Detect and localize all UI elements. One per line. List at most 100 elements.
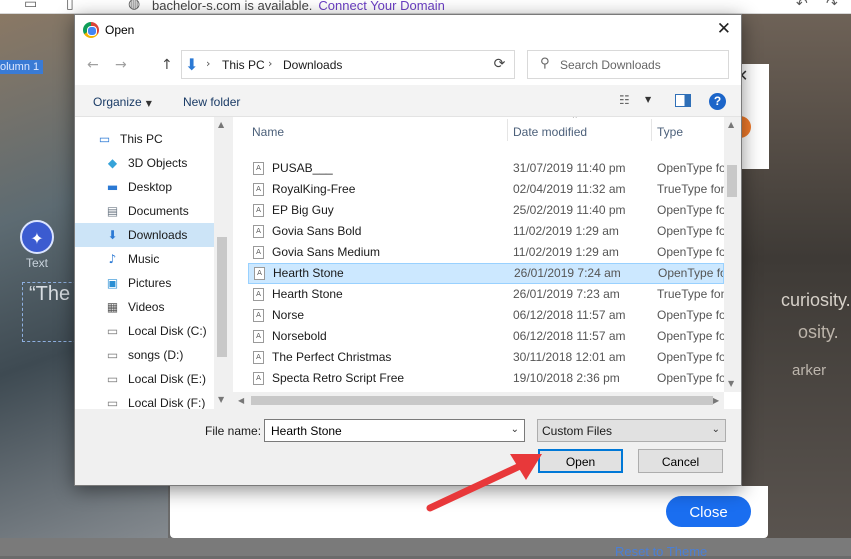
file-row[interactable]: A Hearth Stone 26/01/2019 7:24 am OpenType … — [248, 263, 724, 284]
close-button[interactable]: Close — [666, 496, 751, 527]
file-date-modified: 31/07/2019 11:40 pm — [513, 161, 626, 175]
font-file-icon: A — [254, 267, 265, 280]
chevron-right-icon[interactable]: › — [268, 57, 272, 70]
scroll-down-icon[interactable]: ▼ — [218, 395, 224, 404]
tree-item-downloads[interactable]: ⬇ Downloads — [75, 223, 214, 247]
address-bar[interactable]: ⬇ › This PC › Downloads ⌄ — [181, 50, 511, 79]
file-name-combobox[interactable]: ⌄ — [264, 419, 525, 442]
dialog-titlebar[interactable]: Open ✕ — [75, 15, 741, 45]
undo-icon[interactable]: ↶ — [796, 0, 808, 12]
redo-icon[interactable]: ↷ — [826, 0, 838, 12]
tree-item-desktop[interactable]: ▬ Desktop — [75, 175, 214, 199]
tree-item-songs-d[interactable]: ▭ songs (D:) — [75, 343, 214, 367]
tree-item-label: This PC — [120, 132, 163, 146]
file-name-input[interactable] — [269, 423, 499, 439]
file-type-select[interactable]: Custom Files ⌄ — [537, 419, 726, 442]
tree-item-local-disk-f[interactable]: ▭ Local Disk (F:) — [75, 391, 214, 409]
font-file-icon: A — [253, 288, 264, 301]
scroll-left-icon[interactable]: ◀ — [238, 396, 244, 405]
editor-topbar: ▭ ▯ ◍ bachelor-s.com is available. Connec… — [0, 0, 851, 14]
cancel-button[interactable]: Cancel — [638, 449, 723, 473]
file-row[interactable]: A RoyalKing-Free 02/04/2019 11:32 am TrueTy… — [248, 179, 724, 200]
file-row[interactable]: A PUSAB___ 31/07/2019 11:40 pm OpenType fo — [248, 158, 724, 179]
chrome-icon — [83, 22, 99, 38]
tree-scrollbar[interactable]: ▲ ▼ — [214, 117, 231, 409]
search-input[interactable] — [558, 53, 722, 76]
column-divider[interactable] — [507, 119, 508, 141]
tree-item-music[interactable]: ♪ Music — [75, 247, 214, 271]
chevron-right-icon[interactable]: › — [206, 57, 210, 70]
file-type: OpenType fo — [657, 329, 724, 343]
ai-assistant-icon[interactable]: ✦ — [20, 220, 54, 254]
file-list-horizontal-scrollbar[interactable]: ◀ ▶ — [233, 392, 724, 409]
desktop-icon[interactable]: ▭ — [24, 0, 37, 12]
file-row[interactable]: A Hearth Stone 26/01/2019 7:23 am TrueType … — [248, 284, 724, 305]
file-date-modified: 26/01/2019 7:23 am — [513, 287, 620, 301]
chevron-down-icon[interactable]: ⌄ — [712, 424, 720, 435]
tree-item-label: songs (D:) — [128, 348, 184, 362]
scroll-up-icon[interactable]: ▲ — [218, 120, 224, 129]
connect-domain-link[interactable]: Connect Your Domain — [318, 0, 444, 13]
refresh-icon[interactable]: ⟳ — [485, 50, 515, 79]
computer-icon: ▭ — [98, 132, 111, 146]
tree-scroll-thumb[interactable] — [217, 237, 227, 357]
document-icon: ▤ — [106, 204, 119, 218]
tree-item-label: Pictures — [128, 276, 172, 290]
preview-pane-icon[interactable] — [675, 94, 691, 107]
file-row[interactable]: A Norse 06/12/2018 11:57 am OpenType fo — [248, 305, 724, 326]
navigation-tree: ▭ This PC ◆ 3D Objects ▬ Desktop ▤ Documents ⬇ Do… — [75, 117, 231, 409]
file-row[interactable]: A The Perfect Christmas 30/11/2018 12:01 a… — [248, 347, 724, 368]
organize-menu[interactable]: Organize ▼ — [93, 95, 152, 109]
forward-arrow-icon[interactable]: → — [115, 57, 127, 73]
scroll-up-icon[interactable]: ▲ — [728, 120, 734, 129]
tree-item-videos[interactable]: ▦ Videos — [75, 295, 214, 319]
tree-item-this-pc[interactable]: ▭ This PC — [75, 127, 214, 151]
scroll-right-icon[interactable]: ▶ — [713, 396, 719, 405]
file-type: OpenType fo — [657, 245, 724, 259]
file-row[interactable]: A EP Big Guy 25/02/2019 11:40 pm OpenType f… — [248, 200, 724, 221]
caret-down-icon[interactable]: ▼ — [645, 95, 651, 104]
tree-item-documents[interactable]: ▤ Documents — [75, 199, 214, 223]
column-header-date[interactable]: Date modified — [513, 125, 587, 139]
tree-item-pictures[interactable]: ▣ Pictures — [75, 271, 214, 295]
column-divider[interactable] — [651, 119, 652, 141]
back-arrow-icon[interactable]: ← — [87, 57, 99, 73]
quote-text[interactable]: “The — [22, 282, 82, 342]
file-row[interactable]: A Govia Sans Bold 11/02/2019 1:29 am OpenTy… — [248, 221, 724, 242]
breadcrumb-this-pc[interactable]: This PC — [222, 58, 265, 72]
mobile-icon[interactable]: ▯ — [66, 0, 74, 12]
file-list-vertical-scrollbar[interactable]: ▲ ▼ — [724, 117, 741, 392]
sort-indicator-icon: ⌃ — [571, 117, 579, 125]
file-row[interactable]: A Norsebold 06/12/2018 11:57 am OpenType fo — [248, 326, 724, 347]
tree-item-label: Music — [128, 252, 160, 266]
file-row[interactable]: A Specta Retro Script Free 19/10/2018 2:36… — [248, 368, 724, 389]
close-icon[interactable]: ✕ — [717, 19, 731, 39]
column-header-name[interactable]: Name — [252, 125, 284, 139]
dialog-toolbar: Organize ▼ New folder ☷ ▼ ? — [75, 85, 741, 117]
search-box[interactable]: ⚲ — [527, 50, 729, 79]
tree-item-local-disk-c[interactable]: ▭ Local Disk (C:) — [75, 319, 214, 343]
column-label: olumn 1 — [0, 60, 44, 74]
help-icon[interactable]: ? — [709, 93, 726, 110]
picture-icon: ▣ — [106, 276, 119, 290]
new-folder-button[interactable]: New folder — [183, 95, 240, 109]
scroll-down-icon[interactable]: ▼ — [728, 379, 734, 388]
breadcrumb-downloads[interactable]: Downloads — [283, 58, 342, 72]
file-type: TrueType fon — [657, 182, 724, 196]
file-type-value: Custom Files — [542, 424, 613, 438]
file-date-modified: 06/12/2018 11:57 am — [513, 308, 626, 322]
file-row[interactable]: A Govia Sans Medium 11/02/2019 1:29 am Open… — [248, 242, 724, 263]
file-name: Govia Sans Medium — [272, 245, 381, 259]
view-options-icon[interactable]: ☷ — [619, 93, 630, 107]
tree-item-3d-objects[interactable]: ◆ 3D Objects — [75, 151, 214, 175]
film-icon: ▦ — [106, 300, 119, 314]
column-header-type[interactable]: Type — [657, 125, 683, 139]
up-arrow-icon[interactable]: ↑ — [161, 57, 173, 73]
reset-to-theme-link[interactable]: Reset to Theme — [615, 544, 707, 559]
tree-item-label: 3D Objects — [128, 156, 188, 170]
horizontal-scroll-thumb[interactable] — [251, 396, 713, 405]
tree-item-local-disk-e[interactable]: ▭ Local Disk (E:) — [75, 367, 214, 391]
vertical-scroll-thumb[interactable] — [727, 165, 737, 197]
font-file-icon: A — [253, 204, 264, 217]
chevron-down-icon[interactable]: ⌄ — [511, 424, 519, 435]
